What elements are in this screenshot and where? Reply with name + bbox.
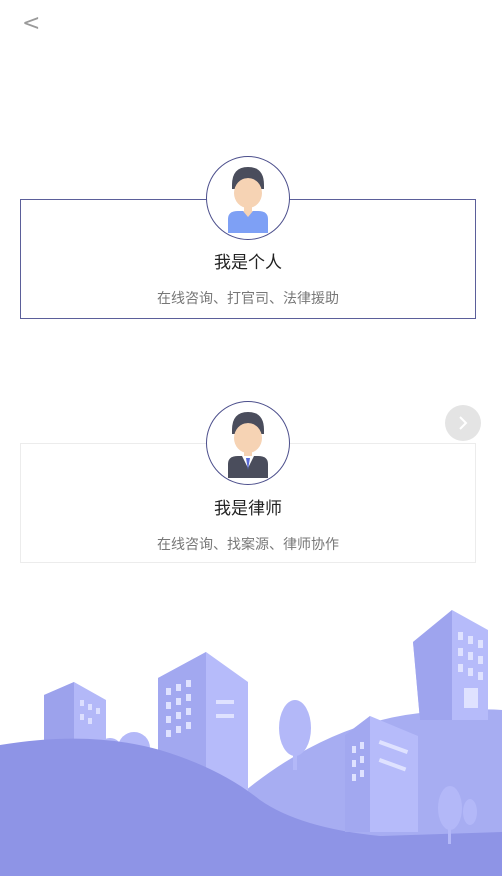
role-subtitle: 在线咨询、找案源、律师协作 <box>157 537 339 553</box>
chevron-right-icon <box>459 416 468 430</box>
chevron-left-icon: < <box>22 11 41 36</box>
lawyer-avatar-icon <box>206 401 290 485</box>
back-button[interactable]: < <box>22 12 46 36</box>
person-avatar-icon <box>206 156 290 240</box>
city-illustration <box>0 610 502 876</box>
role-title: 我是个人 <box>214 253 282 273</box>
role-title: 我是律师 <box>214 499 282 519</box>
role-subtitle: 在线咨询、打官司、法律援助 <box>157 291 339 307</box>
next-button[interactable] <box>445 405 481 441</box>
